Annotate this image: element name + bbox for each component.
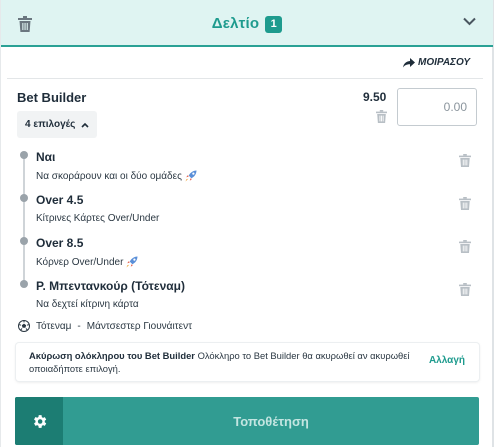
match-away: Μάντσεστερ Γιουνάιτεντ: [86, 320, 193, 332]
selection-pick: Ρ. Μπεντανκούρ (Τότεναμ): [36, 279, 185, 293]
selection-market: Κίτρινες Κάρτες Over/Under: [36, 213, 159, 224]
selection-pick: Over 8.5: [36, 236, 84, 250]
selection-market-text: Να δεχτεί κίτρινη κάρτα: [36, 299, 139, 310]
timeline-dot: [20, 194, 28, 202]
gear-icon: [33, 414, 46, 428]
trash-icon[interactable]: [459, 154, 471, 167]
rocket-icon: [185, 170, 197, 182]
chevron-up-icon: [81, 122, 89, 128]
selection-pick: Over 4.5: [36, 193, 84, 207]
place-bet-bar: Τοποθέτηση: [15, 397, 479, 445]
trash-icon[interactable]: [459, 283, 471, 296]
trash-icon[interactable]: [459, 197, 471, 210]
betslip-title: Δελτίο 1: [1, 15, 493, 33]
timeline-dot: [20, 280, 28, 288]
warning-title: Ακύρωση ολόκληρου του Bet Builder: [29, 350, 195, 361]
bet-odds: 9.50: [363, 90, 387, 104]
selection-market: Να σκοράρουν και οι δύο ομάδες: [36, 170, 197, 182]
selection-pick: Ναι: [36, 150, 56, 164]
match-separator: -: [77, 320, 81, 332]
soccer-ball-icon: [18, 320, 30, 332]
timeline-dot: [20, 151, 28, 159]
chevron-down-icon[interactable]: [463, 17, 476, 26]
trash-icon[interactable]: [459, 240, 471, 253]
selection-market: Κόρνερ Over/Under: [36, 256, 138, 268]
selection-market-text: Κόρνερ Over/Under: [36, 256, 124, 268]
betslip-header[interactable]: Δελτίο 1: [1, 0, 493, 47]
selection-market-text: Κίτρινες Κάρτες Over/Under: [36, 213, 160, 224]
selection-timeline: [23, 155, 25, 285]
divider: [7, 78, 483, 79]
change-link[interactable]: Αλλαγή: [429, 355, 465, 366]
betslip-title-text: Δελτίο: [211, 15, 260, 32]
trash-icon[interactable]: [376, 110, 387, 123]
betslip-panel: Δελτίο 1 ΜΟΙΡΑΣΟΥ Bet Builder 4 επιλογές …: [0, 0, 494, 447]
stake-input[interactable]: [397, 88, 477, 126]
match-info: Τότεναμ - Μάντσεστερ Γιουνάιτεντ: [18, 320, 192, 332]
warning-text: Ακύρωση ολόκληρου του Bet Builder Ολόκλη…: [29, 349, 422, 375]
betslip-count-badge: 1: [265, 16, 283, 33]
share-arrow-icon: [403, 57, 415, 67]
bet-builder-title: Bet Builder: [17, 90, 87, 105]
selection-market-text: Να σκοράρουν και οι δύο ομάδες: [36, 170, 182, 182]
selections-count: 4 επιλογές: [25, 119, 76, 130]
share-label: ΜΟΙΡΑΣΟΥ: [418, 57, 470, 68]
selections-toggle[interactable]: 4 επιλογές: [17, 111, 98, 138]
selection-market: Να δεχτεί κίτρινη κάρτα: [36, 299, 139, 310]
settings-button[interactable]: [15, 397, 63, 445]
match-home: Τότεναμ: [36, 320, 72, 332]
timeline-dot: [20, 237, 28, 245]
place-bet-button[interactable]: Τοποθέτηση: [63, 414, 479, 429]
share-button[interactable]: ΜΟΙΡΑΣΟΥ: [403, 57, 470, 68]
bet-builder-warning: Ακύρωση ολόκληρου του Bet Builder Ολόκλη…: [16, 343, 479, 381]
rocket-icon: [126, 256, 138, 268]
